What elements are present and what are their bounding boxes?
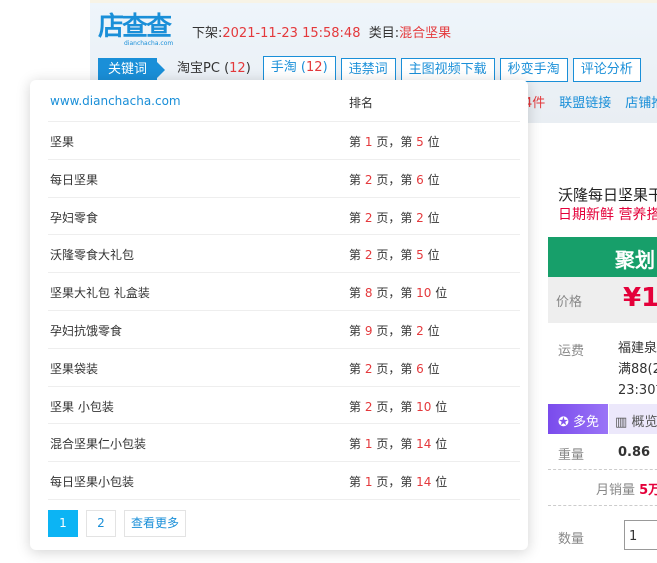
tab-to-mobile[interactable]: 秒变手淘 — [499, 58, 568, 82]
weight: 0.86 k — [618, 445, 651, 460]
pagination: 1 2 查看更多 — [48, 510, 187, 537]
table-row: 坚果 第 1 页，第 5 位 — [48, 122, 520, 160]
rank: 第 9 页，第 2 位 — [349, 324, 440, 338]
table-row: 每日坚果 第 2 页，第 6 位 — [48, 160, 520, 198]
site-link[interactable]: www.dianchacha.com — [50, 94, 181, 108]
dianchacha-logo[interactable]: 店查查 dianchacha.com — [98, 13, 174, 47]
product-title: 沃隆每日坚果干 — [558, 186, 657, 204]
keyword: 坚果大礼包 礼盒装 — [50, 286, 150, 301]
item-meta: 下架:2021-11-23 15:58:48 类目:混合坚果 — [192, 26, 452, 41]
keyword-label: 关键词 — [98, 58, 166, 82]
sub-bar: 4件联盟链接店铺推 — [524, 92, 657, 111]
rank: 第 8 页，第 10 位 — [349, 286, 448, 301]
page-1-button[interactable]: 1 — [48, 510, 78, 537]
rank: 第 1 页，第 14 位 — [349, 475, 448, 490]
duomian-button[interactable]: ✪ 多免 — [548, 404, 608, 434]
table-row: 混合坚果仁小包装 第 1 页，第 14 位 — [48, 424, 520, 463]
chart-icon: ▥ — [615, 415, 628, 430]
quantity-input[interactable]: 1 — [624, 520, 657, 550]
monthly-sales: 月销量 5万 — [596, 483, 657, 498]
table-row: 每日坚果小包装 第 1 页，第 14 位 — [48, 462, 520, 500]
table-row: 孕妇零食 第 2 页，第 2 位 — [48, 198, 520, 236]
tab-taobao-pc[interactable]: 淘宝PC (12) — [170, 58, 258, 82]
keyword: 每日坚果小包装 — [50, 475, 135, 490]
price: ¥1 — [623, 283, 657, 313]
keyword: 孕妇抗饿零食 — [50, 324, 123, 338]
affiliate-link[interactable]: 联盟链接 — [559, 96, 611, 111]
overview-button[interactable]: ▥ 概览 — [609, 404, 657, 434]
view-more-button[interactable]: 查看更多 — [124, 510, 187, 537]
shop-link[interactable]: 店铺推 — [625, 96, 657, 111]
price-box: 价格 ¥1 — [548, 277, 657, 323]
keyword: 每日坚果 — [50, 172, 99, 187]
keyword: 混合坚果仁小包装 — [50, 437, 147, 452]
table-row: 沃隆零食大礼包 第 2 页，第 5 位 — [48, 235, 520, 274]
rank: 第 2 页，第 2 位 — [349, 210, 440, 225]
shipping-info: 福建泉州满88(2023:30前 — [618, 341, 657, 398]
rank: 第 1 页，第 5 位 — [349, 135, 440, 149]
rank: 第 2 页，第 6 位 — [349, 361, 440, 376]
delist-time: 2021-11-23 15:58:48 — [222, 26, 361, 41]
category: 混合坚果 — [399, 26, 452, 41]
tab-video-download[interactable]: 主图视频下载 — [400, 58, 495, 82]
table-row: 坚果 小包装 第 2 页，第 10 位 — [48, 387, 520, 425]
rank: 第 2 页，第 10 位 — [349, 399, 448, 414]
keyword: 坚果 小包装 — [50, 399, 114, 414]
rank: 第 2 页，第 6 位 — [349, 172, 440, 187]
rank: 第 2 页，第 5 位 — [349, 248, 440, 263]
table-row: 孕妇抗饿零食 第 9 页，第 2 位 — [48, 311, 520, 349]
keyword: 孕妇零食 — [50, 210, 99, 225]
keyword-rank-popup: www.dianchacha.com 排名 坚果第 1 页，第 5 位每日坚果第 … — [30, 80, 528, 550]
table-row: 坚果大礼包 礼盒装 第 8 页，第 10 位 — [48, 273, 520, 311]
keyword: 坚果 — [50, 135, 75, 149]
keyword: 沃隆零食大礼包 — [50, 248, 135, 263]
keyword: 坚果袋装 — [50, 361, 99, 376]
tab-review-analysis[interactable]: 评论分析 — [572, 58, 641, 82]
page-2-button[interactable]: 2 — [86, 510, 116, 537]
table-row: 坚果袋装 第 2 页，第 6 位 — [48, 349, 520, 387]
popup-header: www.dianchacha.com 排名 — [48, 94, 520, 122]
rank: 第 1 页，第 14 位 — [349, 437, 448, 452]
product-subtitle: 日期新鲜 营养搭 — [558, 207, 657, 223]
tab-banned-words[interactable]: 违禁词 — [340, 58, 396, 82]
juhuasuan-banner: 聚划 — [548, 237, 657, 277]
